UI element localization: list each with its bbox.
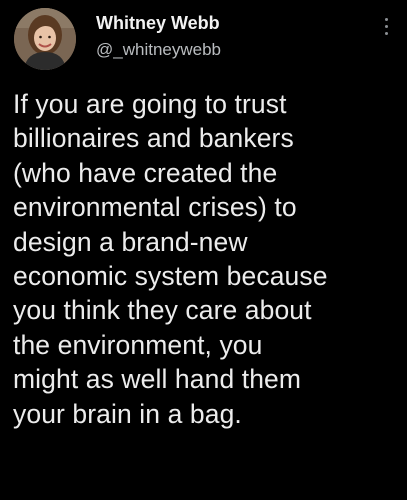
tweet-card: Whitney Webb @_whitneywebb If you are go… [0,0,407,500]
author-names: Whitney Webb @_whitneywebb [96,12,221,61]
tweet-text-line: you think they care about [13,295,312,326]
avatar[interactable] [14,8,76,70]
tweet-text-line: economic system because [13,261,328,292]
tweet-text-line: billionaires and bankers [13,123,294,154]
tweet-text-line: the environment, you [13,329,263,360]
tweet-text-line: might as well hand them [13,364,302,395]
tweet-text-line: (who have created the [13,157,278,188]
more-options-icon[interactable] [380,18,392,40]
tweet-text: If you are going to trust billionaires a… [13,87,403,431]
tweet-text-line: If you are going to trust [13,89,287,119]
tweet-text-line: design a brand-new [13,226,248,257]
author-display-name[interactable]: Whitney Webb [96,12,221,34]
tweet-text-line: your brain in a bag. [13,398,242,429]
tweet-text-line: environmental crises) to [13,192,297,223]
author-handle[interactable]: @_whitneywebb [96,39,221,61]
avatar-photo-icon [14,8,76,70]
tweet-header: Whitney Webb @_whitneywebb [14,4,400,72]
